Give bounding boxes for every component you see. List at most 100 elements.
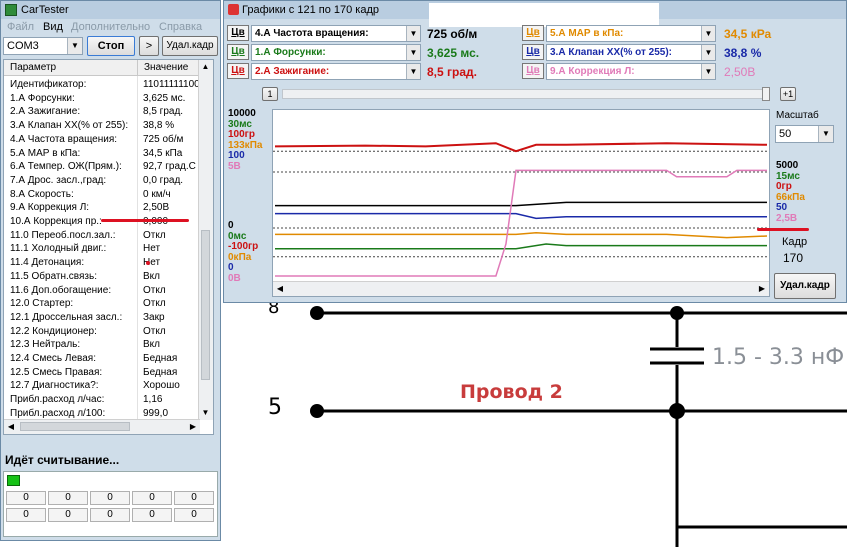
table-row[interactable]: 12.4 Смесь Левая: Бедная bbox=[4, 352, 200, 366]
axis-left-bottom-label-3: 0кПа bbox=[228, 251, 252, 263]
table-row[interactable]: 12.2 Кондиционер: Откл bbox=[4, 325, 200, 339]
scroll-down-icon[interactable]: ▼ bbox=[199, 406, 212, 420]
param-cell: 3.А Клапан ХХ(% от 255): bbox=[10, 120, 129, 132]
frame-value: 170 bbox=[783, 251, 804, 265]
menu-bar: Файл Вид Дополнительно Справка bbox=[3, 19, 218, 35]
value-cell: 1,16 bbox=[143, 394, 163, 406]
value-cell: Бедная bbox=[143, 366, 178, 378]
table-row[interactable]: 12.3 Нейтраль: Вкл bbox=[4, 338, 200, 352]
scale-value: 50 bbox=[779, 128, 792, 140]
scroll-right-icon[interactable]: ▶ bbox=[186, 420, 200, 433]
series-select-2-label: 1.А Форсунки: bbox=[255, 47, 326, 58]
table-row[interactable]: 2.А Зажигание: 8,5 град. bbox=[4, 105, 200, 119]
table-row[interactable]: 10.А Коррекция пр.:0,000 bbox=[4, 215, 200, 229]
series-select-1[interactable]: 4.А Частота вращения: ▼ bbox=[251, 25, 421, 42]
next-frame-button[interactable]: > bbox=[139, 36, 159, 56]
color-button-4[interactable]: Цв bbox=[522, 25, 544, 41]
param-cell: 12.5 Смесь Правая: bbox=[10, 366, 103, 378]
chevron-down-icon: ▼ bbox=[67, 38, 82, 54]
series-select-3[interactable]: 2.А Зажигание: ▼ bbox=[251, 63, 421, 80]
table-row[interactable]: 11.5 Обратн.связь: Вкл bbox=[4, 270, 200, 284]
table-row[interactable]: 6.А Темпер. ОЖ(Прям.): 92,7 град.С bbox=[4, 160, 200, 174]
chart-svg bbox=[273, 142, 769, 277]
param-cell: 11.4 Детонация: bbox=[10, 257, 85, 269]
table-row[interactable]: 12.0 Стартер: Откл bbox=[4, 297, 200, 311]
table-row[interactable]: 11.0 Переоб.посл.зал.: Откл bbox=[4, 229, 200, 243]
h-scroll-thumb[interactable] bbox=[20, 422, 130, 431]
menu-file[interactable]: Файл bbox=[7, 21, 34, 33]
menu-extra[interactable]: Дополнительно bbox=[71, 21, 150, 33]
table-row[interactable]: 12.7 Диагностика?: Хорошо bbox=[4, 379, 200, 393]
chart-area: ◀ ▶ bbox=[272, 109, 770, 297]
value-cell: 0 км/ч bbox=[143, 188, 171, 200]
delete-frame-button-chart[interactable]: Удал.кадр bbox=[774, 273, 836, 299]
horizontal-scrollbar[interactable]: ◀ ▶ bbox=[4, 419, 200, 434]
scroll-left-icon[interactable]: ◀ bbox=[273, 282, 287, 295]
table-row[interactable]: 11.4 Детонация: Нет bbox=[4, 256, 200, 270]
vertical-scrollbar[interactable]: ▲ ▼ bbox=[198, 60, 213, 420]
value-cell: Нет bbox=[143, 243, 161, 255]
scroll-right-button[interactable]: +1 bbox=[780, 87, 796, 101]
table-row[interactable]: Прибл.расход л/час: 1,16 bbox=[4, 393, 200, 407]
series-select-4-label: 5.А МАР в кПа: bbox=[550, 28, 624, 39]
param-cell: 1.А Форсунки: bbox=[10, 92, 75, 104]
color-button-2[interactable]: Цв bbox=[227, 44, 249, 60]
color-button-1[interactable]: Цв bbox=[227, 25, 249, 41]
color-button-6[interactable]: Цв bbox=[522, 63, 544, 79]
chart-h-scrollbar[interactable]: ◀ ▶ bbox=[273, 281, 769, 296]
axis-left-bottom-label-4: 0 bbox=[228, 262, 234, 273]
table-row[interactable]: Идентификатор:110111111000000 bbox=[4, 78, 213, 92]
annotation-underline-right bbox=[757, 228, 809, 231]
series-line-3 bbox=[274, 142, 768, 153]
color-button-5[interactable]: Цв bbox=[522, 44, 544, 60]
table-row[interactable]: 8.А Скорость: 0 км/ч bbox=[4, 188, 200, 202]
annotation-dot bbox=[146, 261, 150, 265]
scroll-up-icon[interactable]: ▲ bbox=[199, 60, 212, 74]
table-row[interactable]: 5.А МАР в кПа: 34,5 кПа bbox=[4, 147, 200, 161]
frame-scroll-thumb[interactable] bbox=[762, 87, 770, 101]
series-value-2: 3,625 мс. bbox=[427, 46, 480, 60]
status-text: Идёт считывание... bbox=[5, 453, 120, 467]
table-row[interactable]: 4.А Частота вращения: 725 об/м bbox=[4, 133, 200, 147]
scroll-left-icon[interactable]: ◀ bbox=[4, 420, 18, 433]
value-cell: Откл bbox=[143, 325, 166, 337]
table-row[interactable]: 9.А Коррекция Л: 2,50В bbox=[4, 201, 200, 215]
scroll-right-icon[interactable]: ▶ bbox=[755, 282, 769, 295]
value-cell: Закр bbox=[143, 311, 165, 323]
axis-left-top-label-0: 10000 bbox=[228, 108, 256, 119]
series-value-6: 2,50В bbox=[724, 65, 756, 79]
col-header-param[interactable]: Параметр bbox=[4, 60, 138, 76]
table-row[interactable]: 11.6 Доп.обогащение: Откл bbox=[4, 284, 200, 298]
value-cell: Откл bbox=[143, 284, 166, 296]
axis-left-top-label-1: 30мс bbox=[228, 118, 252, 130]
series-select-5[interactable]: 3.А Клапан ХХ(% от 255): ▼ bbox=[546, 44, 716, 61]
table-row[interactable]: 12.5 Смесь Правая: Бедная bbox=[4, 366, 200, 380]
menu-help[interactable]: Справка bbox=[159, 21, 202, 33]
stop-button[interactable]: Стоп bbox=[87, 36, 135, 56]
port-select[interactable]: COM3 ▼ bbox=[3, 37, 83, 55]
scroll-thumb[interactable] bbox=[201, 230, 210, 380]
param-cell: 12.0 Стартер: bbox=[10, 298, 74, 310]
frame-label: Кадр bbox=[782, 236, 808, 248]
param-cell: 2.А Зажигание: bbox=[10, 106, 81, 118]
scroll-left-button[interactable]: 1 bbox=[262, 87, 278, 101]
menu-view[interactable]: Вид bbox=[43, 21, 63, 33]
axis-left-bottom-label-0: 0 bbox=[228, 220, 234, 231]
table-row[interactable]: 7.А Дрос. засл.,град: 0,0 град. bbox=[4, 174, 200, 188]
table-row[interactable]: 12.1 Дроссельная засл.: Закр bbox=[4, 311, 200, 325]
data-cell: 0 bbox=[48, 491, 88, 505]
chevron-down-icon: ▼ bbox=[818, 126, 833, 142]
scale-select[interactable]: 50 ▼ bbox=[775, 125, 834, 143]
series-select-4[interactable]: 5.А МАР в кПа: ▼ bbox=[546, 25, 716, 42]
color-button-3[interactable]: Цв bbox=[227, 63, 249, 79]
frame-scroll-track[interactable] bbox=[282, 89, 770, 99]
series-select-6[interactable]: 9.А Коррекция Л: ▼ bbox=[546, 63, 716, 80]
col-header-value[interactable]: Значение bbox=[138, 60, 200, 76]
window-title: Графики с 121 по 170 кадр bbox=[242, 4, 379, 16]
table-row[interactable]: 3.А Клапан ХХ(% от 255): 38,8 % bbox=[4, 119, 200, 133]
param-cell: 11.6 Доп.обогащение: bbox=[10, 284, 112, 296]
table-row[interactable]: 11.1 Холодный двиг.: Нет bbox=[4, 242, 200, 256]
table-row[interactable]: 1.А Форсунки: 3,625 мс. bbox=[4, 92, 200, 106]
series-select-2[interactable]: 1.А Форсунки: ▼ bbox=[251, 44, 421, 61]
delete-frame-button[interactable]: Удал.кадр bbox=[162, 36, 218, 56]
